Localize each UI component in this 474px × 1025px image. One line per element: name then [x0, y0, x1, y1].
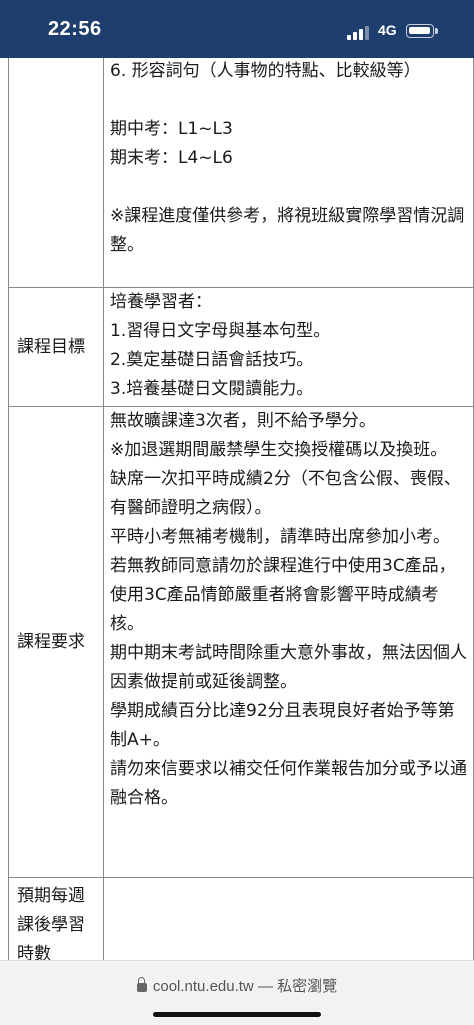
row-label-cell: [8, 58, 104, 288]
table-row-schedule: 6. 形容詞句（人事物的特點、比較級等） 期中考：L1~L3 期末考：L4~L6…: [8, 58, 474, 288]
url-display[interactable]: cool.ntu.edu.tw — 私密瀏覽: [0, 975, 474, 996]
row-label-cell: 課程目標: [8, 287, 104, 407]
requirement-3: 缺席一次扣平時成績2分（不包含公假、喪假、有醫師證明之病假）。: [110, 469, 461, 518]
network-type: 4G: [378, 22, 397, 38]
objective-1: 1.習得日文字母與基本句型。: [110, 321, 331, 341]
row-label-cell: 預期每週課後學習時數: [8, 877, 104, 960]
cellular-signal-icon: [347, 24, 373, 40]
row-label-requirements: 課程要求: [17, 631, 85, 652]
status-time: 22:56: [48, 18, 102, 40]
row-body-cell: 無故曠課達3次者，則不給予學分。 ※加退選期間嚴禁學生交換授權碼以及換班。 缺席…: [103, 406, 474, 878]
battery-icon: [406, 24, 438, 38]
row-body-cell: [103, 877, 474, 960]
home-indicator[interactable]: [153, 1012, 321, 1017]
requirement-7: 學期成績百分比達92分且表現良好者始予等第制A+。: [110, 701, 455, 750]
requirement-5: 若無教師同意請勿於課程進行中使用3C產品，使用3C產品情節嚴重者將會影響平時成績…: [110, 556, 456, 634]
requirement-4: 平時小考無補考機制，請準時出席參加小考。: [110, 527, 450, 547]
objective-intro: 培養學習者：: [110, 292, 212, 312]
lock-icon: [136, 977, 147, 992]
objective-2: 2.奠定基礎日語會話技巧。: [110, 350, 314, 370]
row-label-cell: 課程要求: [8, 406, 104, 878]
row-label-objectives: 課程目標: [17, 336, 85, 357]
course-info-table: 6. 形容詞句（人事物的特點、比較級等） 期中考：L1~L3 期末考：L4~L6…: [8, 58, 474, 960]
midterm-range: 期中考：L1~L3: [110, 119, 233, 139]
schedule-item-6: 6. 形容詞句（人事物的特點、比較級等）: [110, 61, 421, 81]
table-row-objectives: 課程目標 培養學習者： 1.習得日文字母與基本句型。 2.奠定基礎日語會話技巧。…: [8, 287, 474, 407]
schedule-note: ※課程進度僅供參考，將視班級實際學習情況調整。: [110, 206, 465, 255]
requirement-2: ※加退選期間嚴禁學生交換授權碼以及換班。: [110, 440, 448, 460]
row-body-cell: 培養學習者： 1.習得日文字母與基本句型。 2.奠定基礎日語會話技巧。 3.培養…: [103, 287, 474, 407]
url-host: cool.ntu.edu.tw: [152, 978, 254, 995]
status-bar: 22:56 4G: [0, 0, 474, 58]
final-range: 期末考：L4~L6: [110, 148, 233, 168]
table-row-requirements: 課程要求 無故曠課達3次者，則不給予學分。 ※加退選期間嚴禁學生交換授權碼以及換…: [8, 406, 474, 878]
private-browsing-label: 私密瀏覽: [277, 978, 338, 995]
row-label-weekly-hours: 預期每週課後學習時數: [17, 886, 85, 960]
requirement-8: 請勿來信要求以補交任何作業報告加分或予以通融合格。: [110, 759, 467, 808]
table-row-weekly-hours: 預期每週課後學習時數: [8, 877, 474, 960]
row-body-cell: 6. 形容詞句（人事物的特點、比較級等） 期中考：L1~L3 期末考：L4~L6…: [103, 58, 474, 288]
page-content[interactable]: 6. 形容詞句（人事物的特點、比較級等） 期中考：L1~L3 期末考：L4~L6…: [0, 58, 474, 960]
requirement-1: 無故曠課達3次者，則不給予學分。: [110, 411, 376, 431]
url-separator: —: [257, 978, 273, 995]
objective-3: 3.培養基礎日文閱讀能力。: [110, 379, 314, 399]
requirement-6: 期中期末考試時間除重大意外事故，無法因個人因素做提前或延後調整。: [110, 643, 467, 692]
